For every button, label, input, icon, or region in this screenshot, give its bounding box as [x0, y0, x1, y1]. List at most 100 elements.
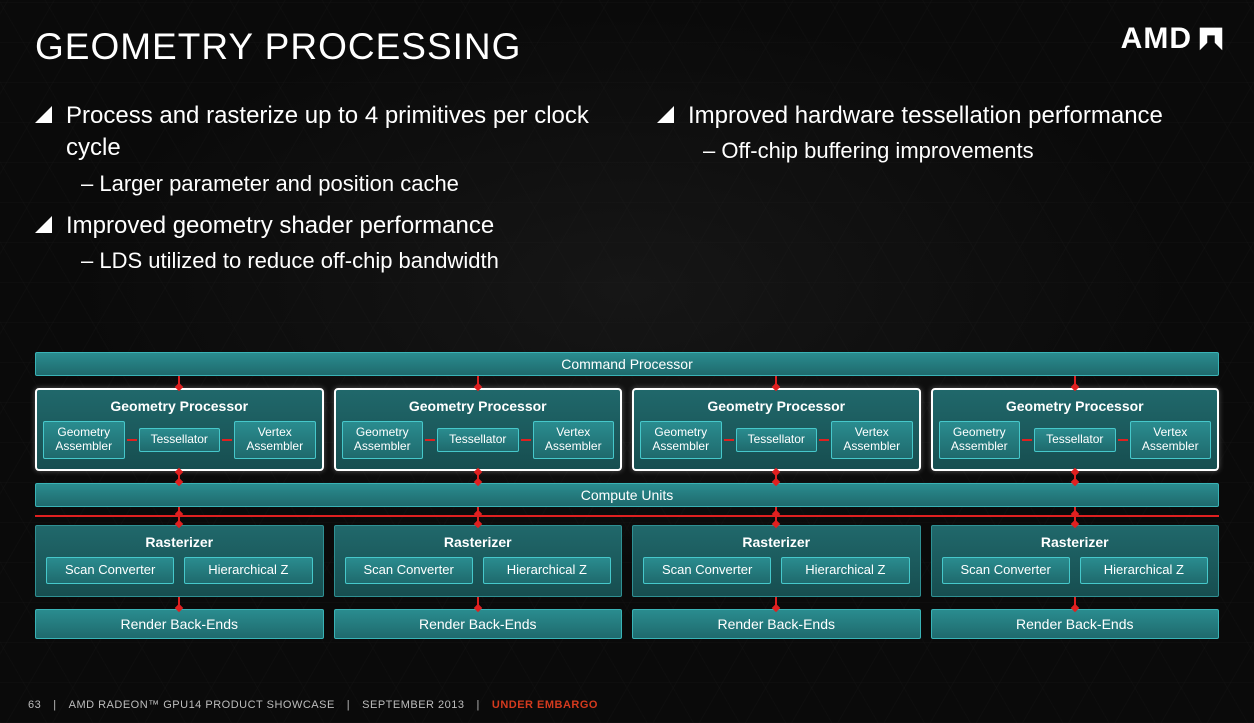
command-processor-bar: Command Processor — [35, 352, 1219, 376]
connector-row — [35, 376, 1219, 388]
tessellator-unit: Tessellator — [1034, 428, 1116, 452]
scan-converter-unit: Scan Converter — [942, 557, 1070, 584]
block-title: Geometry Processor — [939, 398, 1212, 414]
bullet-column-left: Process and rasterize up to 4 primitives… — [35, 100, 597, 287]
block-title: Rasterizer — [345, 534, 612, 550]
architecture-diagram: Command Processor Geometry Processor Geo… — [35, 352, 1219, 639]
page-number: 63 — [28, 699, 41, 711]
geometry-assembler-unit: Geometry Assembler — [43, 421, 125, 459]
geometry-processor-row: Geometry Processor Geometry Assembler Te… — [35, 388, 1219, 471]
tessellator-unit: Tessellator — [139, 428, 221, 452]
connector-line-icon — [477, 507, 479, 515]
connector-row — [35, 517, 1219, 525]
rasterizer-block: Rasterizer Scan Converter Hierarchical Z — [632, 525, 921, 597]
connector-arrow-icon — [477, 376, 479, 388]
bullet-text: Improved hardware tessellation performan… — [688, 100, 1163, 132]
scan-converter-unit: Scan Converter — [345, 557, 473, 584]
connector-line-icon — [521, 439, 531, 441]
geometry-processor-block: Geometry Processor Geometry Assembler Te… — [931, 388, 1220, 471]
render-backends-block: Render Back-Ends — [632, 609, 921, 639]
connector-line-icon — [222, 439, 232, 441]
hierarchical-z-unit: Hierarchical Z — [1080, 557, 1208, 584]
connector-arrow-icon — [775, 517, 777, 525]
connector-arrow-icon — [178, 376, 180, 388]
bullet-triangle-icon — [35, 216, 52, 233]
tessellator-unit: Tessellator — [437, 428, 519, 452]
block-title: Geometry Processor — [640, 398, 913, 414]
bullet-text: Improved geometry shader performance — [66, 210, 494, 242]
connector-line-icon — [819, 439, 829, 441]
connector-arrow-icon — [1074, 376, 1076, 388]
vertex-assembler-unit: Vertex Assembler — [831, 421, 913, 459]
page-title: GEOMETRY PROCESSING — [35, 26, 521, 68]
logo-text: AMD — [1121, 22, 1192, 56]
block-title: Geometry Processor — [342, 398, 615, 414]
footer-date: SEPTEMBER 2013 — [362, 699, 464, 711]
connector-line-icon — [1022, 439, 1032, 441]
rasterizer-block: Rasterizer Scan Converter Hierarchical Z — [931, 525, 1220, 597]
bullet-triangle-icon — [657, 106, 674, 123]
hierarchical-z-unit: Hierarchical Z — [184, 557, 312, 584]
bullet-triangle-icon — [35, 106, 52, 123]
tessellator-unit: Tessellator — [736, 428, 818, 452]
connector-arrow-icon — [477, 597, 479, 609]
amd-logo: AMD — [1121, 22, 1226, 56]
amd-arrow-icon — [1196, 24, 1226, 54]
connector-line-icon — [127, 439, 137, 441]
hierarchical-z-unit: Hierarchical Z — [781, 557, 909, 584]
render-backends-block: Render Back-Ends — [35, 609, 324, 639]
bullet-text: Process and rasterize up to 4 primitives… — [66, 100, 597, 165]
separator-icon: | — [477, 699, 480, 711]
connector-arrow-icon — [178, 517, 180, 525]
connector-line-icon — [775, 507, 777, 515]
block-title: Rasterizer — [643, 534, 910, 550]
bullet-column-right: Improved hardware tessellation performan… — [657, 100, 1219, 287]
geometry-assembler-unit: Geometry Assembler — [640, 421, 722, 459]
connector-line-icon — [1074, 507, 1076, 515]
compute-units-bar: Compute Units — [35, 483, 1219, 507]
scan-converter-unit: Scan Converter — [643, 557, 771, 584]
connector-arrow-icon — [775, 597, 777, 609]
bullet-sub: Larger parameter and position cache — [81, 169, 597, 200]
hierarchical-z-unit: Hierarchical Z — [483, 557, 611, 584]
separator-icon: | — [347, 699, 350, 711]
bullet-columns: Process and rasterize up to 4 primitives… — [35, 100, 1219, 287]
bullet-item: Improved geometry shader performance — [35, 210, 597, 242]
geometry-processor-block: Geometry Processor Geometry Assembler Te… — [334, 388, 623, 471]
slide-footer: 63 | AMD RADEON™ GPU14 PRODUCT SHOWCASE … — [28, 699, 598, 711]
render-backends-row: Render Back-Ends Render Back-Ends Render… — [35, 609, 1219, 639]
connector-line-icon — [1118, 439, 1128, 441]
connector-bidir-icon — [775, 471, 777, 483]
connector-arrow-icon — [775, 376, 777, 388]
geometry-assembler-unit: Geometry Assembler — [939, 421, 1021, 459]
geometry-processor-block: Geometry Processor Geometry Assembler Te… — [35, 388, 324, 471]
connector-row — [35, 597, 1219, 609]
block-title: Rasterizer — [46, 534, 313, 550]
geometry-assembler-unit: Geometry Assembler — [342, 421, 424, 459]
connector-arrow-icon — [1074, 517, 1076, 525]
connector-arrow-icon — [178, 597, 180, 609]
connector-row — [35, 471, 1219, 483]
bullet-item: Process and rasterize up to 4 primitives… — [35, 100, 597, 165]
rasterizer-block: Rasterizer Scan Converter Hierarchical Z — [35, 525, 324, 597]
geometry-processor-block: Geometry Processor Geometry Assembler Te… — [632, 388, 921, 471]
scan-converter-unit: Scan Converter — [46, 557, 174, 584]
bullet-sub: Off-chip buffering improvements — [703, 136, 1219, 167]
connector-line-icon — [425, 439, 435, 441]
vertex-assembler-unit: Vertex Assembler — [234, 421, 316, 459]
bullet-sub: LDS utilized to reduce off-chip bandwidt… — [81, 246, 597, 277]
connector-arrow-icon — [1074, 597, 1076, 609]
render-backends-block: Render Back-Ends — [334, 609, 623, 639]
footer-product: AMD RADEON™ GPU14 PRODUCT SHOWCASE — [69, 699, 335, 711]
connector-line-icon — [724, 439, 734, 441]
embargo-label: UNDER EMBARGO — [492, 699, 598, 711]
connector-bidir-icon — [1074, 471, 1076, 483]
rasterizer-block: Rasterizer Scan Converter Hierarchical Z — [334, 525, 623, 597]
connector-bidir-icon — [477, 471, 479, 483]
render-backends-block: Render Back-Ends — [931, 609, 1220, 639]
vertex-assembler-unit: Vertex Assembler — [533, 421, 615, 459]
block-title: Geometry Processor — [43, 398, 316, 414]
block-title: Rasterizer — [942, 534, 1209, 550]
connector-bidir-icon — [178, 471, 180, 483]
connector-arrow-icon — [477, 517, 479, 525]
